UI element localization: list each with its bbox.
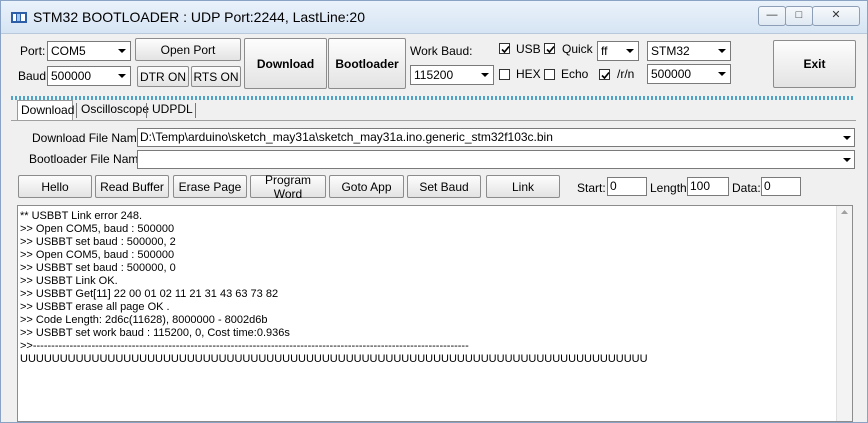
minimize-button[interactable]: — <box>758 6 786 26</box>
work-baud-select[interactable]: 115200 <box>410 65 494 85</box>
bootloader-file-field[interactable] <box>137 150 855 169</box>
data-input[interactable]: 0 <box>761 177 801 196</box>
window-title: STM32 BOOTLOADER : UDP Port:2244, LastLi… <box>33 9 366 25</box>
download-file-field[interactable]: D:\Temp\arduino\sketch_may31a\sketch_may… <box>137 128 855 147</box>
echo-label: Echo <box>561 67 589 81</box>
baud-select[interactable]: 500000 <box>47 66 131 86</box>
tab-udpdl[interactable]: UDPDL <box>149 100 196 120</box>
work-baud-value: 115200 <box>414 68 454 82</box>
chevron-down-icon <box>718 49 726 53</box>
maximize-button[interactable]: □ <box>785 6 813 26</box>
start-input[interactable]: 0 <box>607 177 647 196</box>
tab-divider <box>195 103 196 118</box>
download-file-label: Download File Name: <box>32 131 147 145</box>
minimize-icon: — <box>766 9 778 21</box>
bootloader-button[interactable]: Bootloader <box>328 38 406 89</box>
chip-baud-value: 500000 <box>651 67 692 81</box>
maximize-icon: □ <box>795 9 803 21</box>
start-label: Start: <box>577 181 606 195</box>
rts-button[interactable]: RTS ON <box>191 66 241 87</box>
log-line: >> USBBT set baud : 500000, 0 <box>20 262 176 274</box>
hex-label: HEX <box>516 67 541 81</box>
quick-checkbox[interactable] <box>544 43 555 54</box>
chevron-down-icon <box>481 73 489 77</box>
app-icon <box>11 12 27 23</box>
chevron-down-icon[interactable] <box>840 129 854 146</box>
baud-label: Baud: <box>18 69 50 83</box>
chevron-down-icon <box>118 74 126 78</box>
quick-value: ff <box>601 44 608 58</box>
usb-label: USB <box>516 42 541 56</box>
usb-checkbox[interactable] <box>499 43 510 54</box>
log-output[interactable]: ** USBBT Link error 248. >> Open COM5, ba… <box>17 205 853 422</box>
tab-divider <box>146 103 147 118</box>
log-line: >> USBBT Link OK. <box>20 275 118 287</box>
app-window: STM32 BOOTLOADER : UDP Port:2244, LastLi… <box>0 0 868 423</box>
hello-button[interactable]: Hello <box>18 175 92 198</box>
chip-baud-select[interactable]: 500000 <box>647 64 731 84</box>
main-panel: Port: COM5 Baud: 500000 Open Port DTR ON… <box>1 34 867 422</box>
download-button[interactable]: Download <box>244 38 327 89</box>
exit-button[interactable]: Exit <box>773 40 856 88</box>
log-line: >> USBBT Get[11] 22 00 01 02 11 21 31 43… <box>20 288 279 300</box>
log-line: ** USBBT Link error 248. <box>20 210 143 222</box>
log-line: >> USBBT erase all page OK . <box>20 301 170 313</box>
length-input[interactable]: 100 <box>687 177 729 196</box>
baud-select-value: 500000 <box>51 69 92 83</box>
link-button[interactable]: Link <box>486 175 560 198</box>
set-baud-button[interactable]: Set Baud <box>407 175 481 198</box>
close-icon: ✕ <box>831 9 841 21</box>
check-icon <box>601 71 610 80</box>
title-bar[interactable]: STM32 BOOTLOADER : UDP Port:2244, LastLi… <box>1 1 867 34</box>
tab-download[interactable]: Download <box>17 100 74 120</box>
log-line: >> USBBT set baud : 500000, 2 <box>20 236 176 248</box>
length-label: Length: <box>650 181 691 195</box>
rn-label: /r/n <box>617 67 635 81</box>
chevron-down-icon[interactable] <box>840 151 854 168</box>
work-baud-label: Work Baud: <box>410 44 473 58</box>
open-port-button[interactable]: Open Port <box>135 38 241 61</box>
check-icon <box>546 45 555 54</box>
port-label: Port: <box>20 44 46 58</box>
quick-value-select[interactable]: ff <box>597 41 639 61</box>
port-select-value: COM5 <box>51 44 86 58</box>
log-line: >>--------------------------------------… <box>20 340 469 352</box>
log-scrollbar[interactable] <box>836 206 852 421</box>
tab-divider <box>76 103 77 118</box>
chip-select[interactable]: STM32 <box>647 41 731 61</box>
rn-checkbox[interactable] <box>599 69 610 80</box>
tab-oscilloscope[interactable]: Oscilloscope <box>78 100 152 120</box>
chevron-down-icon <box>718 72 726 76</box>
tab-underline <box>11 120 856 121</box>
program-word-button[interactable]: Program Word <box>250 173 326 201</box>
chevron-down-icon <box>626 49 634 53</box>
data-label: Data: <box>732 181 761 195</box>
chip-value: STM32 <box>651 44 690 58</box>
read-buffer-button[interactable]: Read Buffer <box>95 175 169 198</box>
close-button[interactable]: ✕ <box>812 6 860 26</box>
log-line: >> Code Length: 2d6c(11628), 8000000 - 8… <box>20 314 268 326</box>
scroll-up-icon[interactable] <box>837 206 852 218</box>
log-line: >> Open COM5, baud : 500000 <box>20 249 175 261</box>
port-select[interactable]: COM5 <box>47 41 131 61</box>
erase-page-button[interactable]: Erase Page <box>173 175 247 198</box>
quick-label: Quick <box>562 42 593 56</box>
log-line: >> USBBT set work baud : 115200, 0, Cost… <box>20 327 290 339</box>
log-line: UUUUUUUUUUUUUUUUUUUUUUUUUUUUUUUUUUUUUUUU… <box>20 353 648 365</box>
goto-app-button[interactable]: Goto App <box>329 175 404 198</box>
log-line: >> Open COM5, baud : 500000 <box>20 223 175 235</box>
hex-checkbox[interactable] <box>499 69 510 80</box>
echo-checkbox[interactable] <box>544 69 555 80</box>
log-lines: ** USBBT Link error 248. >> Open COM5, ba… <box>18 206 852 366</box>
bootloader-file-label: Bootloader File Name: <box>29 152 149 166</box>
chevron-down-icon <box>118 49 126 53</box>
dtr-button[interactable]: DTR ON <box>137 66 189 87</box>
check-icon <box>501 45 510 54</box>
download-file-value: D:\Temp\arduino\sketch_may31a\sketch_may… <box>140 130 553 144</box>
